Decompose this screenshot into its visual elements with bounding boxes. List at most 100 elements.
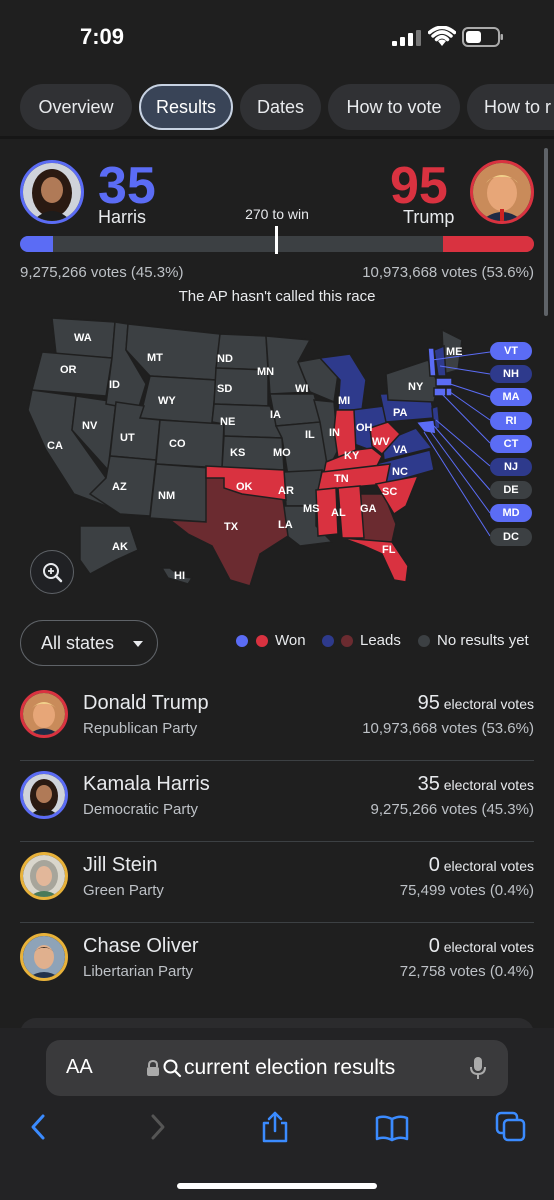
map-label-co: CO <box>169 438 186 450</box>
map-label-fl: FL <box>382 544 396 556</box>
state-ri[interactable] <box>445 387 453 397</box>
map-label-ne: NE <box>220 416 235 428</box>
home-indicator[interactable] <box>177 1183 377 1189</box>
harris-portrait-icon <box>23 774 65 816</box>
pill-de[interactable]: DE <box>490 481 532 500</box>
map-label-nv: NV <box>82 420 98 432</box>
state-co[interactable] <box>155 419 225 469</box>
back-icon[interactable] <box>22 1110 56 1144</box>
bookmarks-icon[interactable] <box>375 1110 409 1144</box>
oliver-portrait-icon <box>23 936 65 978</box>
map-label-ms: MS <box>303 503 320 515</box>
map-label-wy: WY <box>158 395 176 407</box>
candidate-row-harris[interactable]: Kamala Harris Democratic Party 35 electo… <box>20 761 534 841</box>
state-ak[interactable] <box>79 525 139 575</box>
map-label-nc: NC <box>392 466 408 478</box>
harris-progress-fill <box>20 236 54 252</box>
tab-overview[interactable]: Overview <box>20 84 132 130</box>
tab-how-to-register[interactable]: How to r <box>467 84 554 130</box>
forward-icon[interactable] <box>140 1110 174 1144</box>
pill-nj[interactable]: NJ <box>490 457 532 476</box>
page-settings-button[interactable]: AA <box>66 1056 93 1079</box>
tab-results[interactable]: Results <box>139 84 233 130</box>
harris-list-avatar <box>20 771 68 819</box>
legend-dem-leads-swatch <box>322 635 334 647</box>
map-label-mi: MI <box>338 395 350 407</box>
harris-avatar <box>20 160 84 224</box>
pill-ri[interactable]: RI <box>490 411 532 430</box>
map-label-wa: WA <box>74 332 92 344</box>
race-status: The AP hasn't called this race <box>178 288 376 305</box>
candidate-votes: 10,973,668 votes (53.6%) <box>362 720 534 737</box>
to-win-label: 270 to win <box>245 206 309 222</box>
map-label-ut: UT <box>120 432 135 444</box>
map-label-tx: TX <box>224 521 239 533</box>
legend-won: Won <box>275 632 306 649</box>
map-label-al: AL <box>331 507 346 519</box>
harris-popular-votes: 9,275,266 votes (45.3%) <box>20 264 184 281</box>
stein-portrait-icon <box>23 855 65 897</box>
candidate-party: Republican Party <box>83 720 198 737</box>
map-label-in: IN <box>329 427 340 439</box>
trump-popular-votes: 10,973,668 votes (53.6%) <box>362 264 534 281</box>
tab-dates[interactable]: Dates <box>240 84 321 130</box>
pill-ma[interactable]: MA <box>490 388 532 407</box>
address-bar[interactable]: AA current election results <box>46 1040 508 1096</box>
map-label-va: VA <box>393 444 408 456</box>
candidate-electoral: 95 electoral votes <box>417 692 534 714</box>
map-label-oh: OH <box>356 422 373 434</box>
stein-list-avatar <box>20 852 68 900</box>
state-filter-dropdown[interactable]: All states <box>20 620 158 666</box>
harris-electoral-count: 35 <box>98 157 156 215</box>
cellular-signal-icon <box>392 30 421 46</box>
microphone-icon[interactable] <box>470 1056 486 1080</box>
candidate-electoral: 0 electoral votes <box>428 854 534 876</box>
map-label-me: ME <box>446 346 463 358</box>
map-label-ar: AR <box>278 485 294 497</box>
pill-dc[interactable]: DC <box>490 527 532 546</box>
map-label-wv: WV <box>372 436 390 448</box>
pill-md[interactable]: MD <box>490 504 532 523</box>
state-wy[interactable] <box>139 375 217 425</box>
map-label-tn: TN <box>334 473 349 485</box>
map-label-ia: IA <box>270 409 281 421</box>
battery-icon <box>462 27 503 47</box>
map-label-il: IL <box>305 429 315 441</box>
legend-dem-won-swatch <box>236 635 248 647</box>
dropdown-caret-icon <box>133 641 143 647</box>
tabs-icon[interactable] <box>494 1110 528 1144</box>
candidate-votes: 72,758 votes (0.4%) <box>399 963 534 980</box>
pill-nh[interactable]: NH <box>490 365 532 384</box>
map-label-ok: OK <box>236 481 253 493</box>
map-label-ga: GA <box>360 503 377 515</box>
state-fl[interactable] <box>341 537 409 583</box>
map-zoom-button[interactable] <box>30 550 74 594</box>
map-label-ny: NY <box>408 381 424 393</box>
map-label-mo: MO <box>273 447 291 459</box>
legend-leads: Leads <box>360 632 401 649</box>
status-time: 7:09 <box>80 24 125 49</box>
map-label-sd: SD <box>217 383 232 395</box>
pill-vt[interactable]: VT <box>490 342 532 360</box>
candidate-row-stein[interactable]: Jill Stein Green Party 0 electoral votes… <box>20 842 534 922</box>
pill-ct[interactable]: CT <box>490 434 532 453</box>
trump-electoral-count: 95 <box>390 157 448 215</box>
tab-how-to-vote[interactable]: How to vote <box>328 84 460 130</box>
state-mt[interactable] <box>125 323 221 381</box>
electoral-map[interactable]: WA OR CA ID NV MT WY UT AZ CO NM ND SD N… <box>20 310 520 600</box>
legend-rep-leads-swatch <box>341 635 353 647</box>
candidate-row-oliver[interactable]: Chase Oliver Libertarian Party 0 elector… <box>20 923 534 1003</box>
share-icon[interactable] <box>258 1110 292 1144</box>
candidate-name: Jill Stein <box>83 854 158 876</box>
map-label-ak: AK <box>112 541 128 553</box>
tabs-divider <box>0 136 554 139</box>
state-vt[interactable] <box>427 347 437 377</box>
wifi-icon <box>428 26 456 46</box>
map-label-pa: PA <box>393 407 408 419</box>
trump-progress-fill <box>443 236 534 252</box>
candidate-name: Kamala Harris <box>83 773 210 795</box>
map-label-la: LA <box>278 519 293 531</box>
oliver-list-avatar <box>20 933 68 981</box>
candidate-row-trump[interactable]: Donald Trump Republican Party 95 elector… <box>20 680 534 760</box>
map-label-sc: SC <box>382 486 397 498</box>
